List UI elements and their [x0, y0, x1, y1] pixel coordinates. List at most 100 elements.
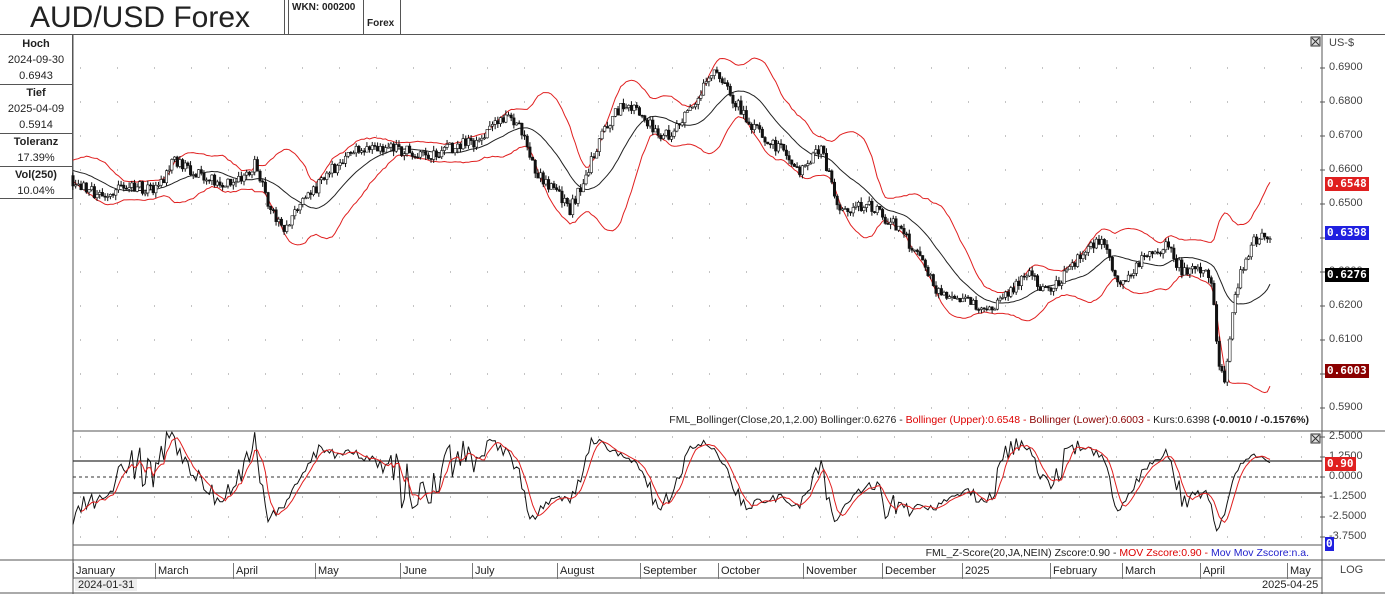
- candle: [515, 122, 519, 126]
- candle: [1215, 301, 1219, 345]
- candle: [317, 178, 321, 197]
- month-label[interactable]: May: [1287, 563, 1311, 579]
- candle: [859, 197, 863, 212]
- candle: [480, 135, 484, 146]
- month-label[interactable]: February: [1050, 563, 1097, 579]
- candle: [1236, 283, 1240, 298]
- candle: [592, 153, 596, 159]
- candle: [357, 144, 361, 155]
- candle: [752, 119, 756, 134]
- candle: [1241, 267, 1245, 274]
- candle: [266, 191, 270, 210]
- candle: [547, 176, 551, 193]
- candle: [816, 145, 820, 160]
- candle: [215, 179, 219, 188]
- candle: [1244, 257, 1248, 272]
- candle: [338, 158, 342, 170]
- candle: [124, 185, 128, 190]
- candle: [440, 146, 444, 160]
- candle: [993, 307, 997, 311]
- candle: [1247, 254, 1251, 261]
- candle: [1185, 264, 1189, 276]
- candle: [346, 152, 350, 159]
- candle: [758, 122, 762, 133]
- month-label[interactable]: July: [472, 563, 495, 579]
- candle: [736, 98, 740, 111]
- candle: [680, 118, 684, 127]
- month-label[interactable]: April: [233, 563, 258, 579]
- candle: [461, 133, 465, 150]
- month-label[interactable]: June: [400, 563, 427, 579]
- month-label[interactable]: November: [803, 563, 857, 579]
- candle: [846, 207, 850, 217]
- candle: [822, 145, 826, 156]
- candle: [376, 142, 380, 152]
- candle: [1263, 232, 1267, 241]
- candle: [213, 173, 217, 188]
- candle: [870, 198, 874, 216]
- candle: [1199, 262, 1203, 278]
- month-label[interactable]: March: [155, 563, 189, 579]
- candle: [472, 138, 476, 152]
- candle: [942, 290, 946, 296]
- candle: [792, 162, 796, 167]
- candle: [990, 306, 994, 314]
- candle: [579, 184, 583, 196]
- candle: [397, 140, 401, 149]
- candle: [392, 141, 396, 157]
- candle: [255, 156, 259, 172]
- candle: [370, 141, 374, 154]
- month-label[interactable]: October: [718, 563, 760, 579]
- month-label[interactable]: April: [1200, 563, 1225, 579]
- candle: [1161, 248, 1165, 259]
- month-label[interactable]: May: [315, 563, 339, 579]
- zscore-legend: FML_Z-Score(20,JA,NEIN) Zscore:0.90 - MO…: [926, 547, 1309, 559]
- candle: [421, 150, 425, 157]
- candle: [205, 177, 209, 185]
- candle: [279, 217, 283, 227]
- candle: [450, 142, 454, 154]
- legend-upper: Bollinger (Upper):0.6548 -: [905, 414, 1030, 426]
- close-zscore-panel-button[interactable]: [1310, 433, 1321, 444]
- candle: [939, 284, 943, 296]
- month-label[interactable]: September: [640, 563, 697, 579]
- candle: [135, 183, 139, 193]
- candle: [1231, 312, 1235, 341]
- candle: [138, 180, 142, 189]
- candle: [293, 205, 297, 220]
- candle: [616, 105, 620, 116]
- candle: [1183, 262, 1187, 276]
- candle: [191, 171, 195, 180]
- candle: [1060, 280, 1064, 290]
- candle: [242, 173, 246, 186]
- candle: [183, 159, 187, 172]
- candle: [1220, 364, 1224, 373]
- candle: [533, 159, 537, 179]
- candle: [151, 182, 155, 196]
- month-label[interactable]: August: [557, 563, 594, 579]
- candle: [640, 114, 644, 119]
- candle: [1025, 273, 1029, 281]
- month-label[interactable]: January: [73, 563, 115, 579]
- candle: [734, 101, 738, 111]
- candle: [565, 197, 569, 207]
- candle: [1011, 282, 1015, 295]
- candle: [953, 294, 957, 299]
- candle: [568, 199, 572, 216]
- candle: [1191, 263, 1195, 274]
- close-price-panel-button[interactable]: [1310, 36, 1321, 47]
- candle: [897, 225, 901, 233]
- price-tick-label: 0.6200: [1329, 299, 1363, 311]
- candle: [889, 217, 893, 230]
- log-scale-button[interactable]: LOG: [1340, 564, 1363, 576]
- candle: [1030, 266, 1034, 280]
- month-label[interactable]: March: [1122, 563, 1156, 579]
- candle: [352, 150, 356, 155]
- month-label[interactable]: 2025: [962, 563, 989, 579]
- candle: [1153, 250, 1157, 255]
- month-label[interactable]: December: [882, 563, 936, 579]
- candle: [552, 180, 556, 190]
- candle: [1052, 287, 1056, 296]
- candle: [1041, 283, 1045, 292]
- candle: [977, 307, 981, 314]
